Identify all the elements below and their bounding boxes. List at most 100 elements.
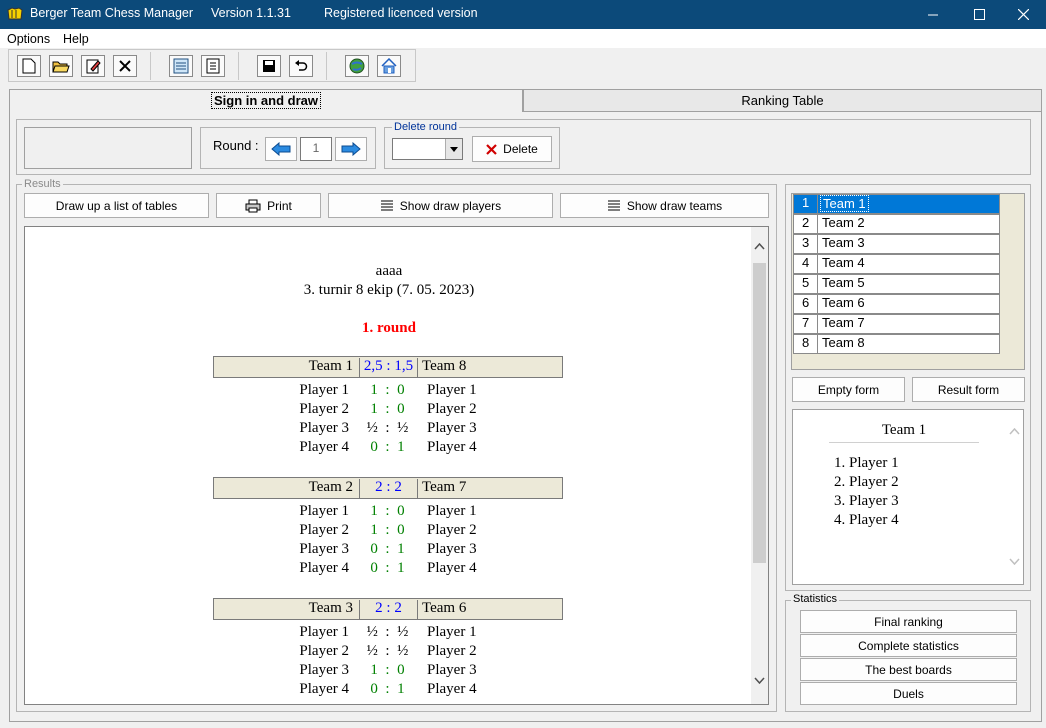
scroll-thumb[interactable] xyxy=(753,263,766,563)
menu-help[interactable]: Help xyxy=(63,32,89,46)
home-player: Player 3 xyxy=(299,420,349,436)
board-row: Player 3 1 : 0 Player 3 xyxy=(213,662,563,681)
print-button[interactable]: Print xyxy=(216,193,321,218)
board-row: Player 1 1 : 0 Player 1 xyxy=(213,382,563,401)
new-button[interactable] xyxy=(17,55,41,77)
away-player: Player 4 xyxy=(427,681,477,697)
away-player: Player 4 xyxy=(427,560,477,576)
draw-list-button[interactable]: Draw up a list of tables xyxy=(24,193,209,218)
team-number: 7 xyxy=(794,315,818,333)
team-detail: Team 1 1. Player 1 2. Player 2 3. Player 3… xyxy=(792,409,1024,585)
tournament-title: aaaa xyxy=(375,263,403,279)
home-player: Player 1 xyxy=(299,503,349,519)
next-round-button[interactable] xyxy=(335,137,367,161)
team-name: Team 1 xyxy=(820,195,869,212)
scroll-down-button[interactable] xyxy=(753,675,766,691)
match-header: Team 1 2,5 : 1,5 Team 8 xyxy=(213,356,563,378)
edit-button[interactable] xyxy=(81,55,105,77)
undo-button[interactable] xyxy=(289,55,313,77)
team-list-item[interactable]: 1 Team 1 xyxy=(793,194,1000,214)
tab-sign-in-label: Sign in and draw xyxy=(210,92,321,109)
board-row: Player 1 ½ : ½ Player 1 xyxy=(213,624,563,643)
home-button[interactable] xyxy=(377,55,401,77)
tab-sign-in-and-draw[interactable]: Sign in and draw xyxy=(9,89,523,112)
save-button[interactable] xyxy=(257,55,281,77)
menu-options[interactable]: Options xyxy=(7,32,50,46)
dropdown-button[interactable] xyxy=(445,139,462,159)
team-list-item[interactable]: 8 Team 8 xyxy=(793,334,1000,354)
list-button[interactable] xyxy=(169,55,193,77)
delete-round-select[interactable] xyxy=(392,138,463,160)
delete-button-label: Delete xyxy=(503,142,538,156)
chevron-down-icon[interactable] xyxy=(1009,558,1020,565)
web-button[interactable] xyxy=(345,55,369,77)
team-detail-scrollbar[interactable] xyxy=(1006,410,1023,584)
team-list-item[interactable]: 7 Team 7 xyxy=(793,314,1000,334)
toolbar-separator xyxy=(150,52,151,80)
team-number: 2 xyxy=(794,215,818,233)
home-player: Player 1 xyxy=(299,382,349,398)
minimize-button[interactable] xyxy=(910,0,956,29)
show-draw-teams-button[interactable]: Show draw teams xyxy=(560,193,769,218)
chevron-up-icon xyxy=(754,242,765,250)
toolbar xyxy=(8,49,416,82)
maximize-button[interactable] xyxy=(956,0,1002,29)
team-detail-players: 1. Player 1 2. Player 2 3. Player 3 4. Play… xyxy=(834,454,899,530)
away-player: Player 1 xyxy=(427,624,477,640)
close-button[interactable] xyxy=(1000,0,1046,29)
empty-form-button[interactable]: Empty form xyxy=(792,377,905,402)
home-player: Player 2 xyxy=(299,522,349,538)
best-boards-button[interactable]: The best boards xyxy=(800,658,1017,681)
open-button[interactable] xyxy=(49,55,73,77)
scroll-up-button[interactable] xyxy=(753,241,766,257)
board-row: Player 3 0 : 1 Player 3 xyxy=(213,541,563,560)
delete-tool-button[interactable] xyxy=(113,55,137,77)
previous-round-button[interactable] xyxy=(265,137,297,161)
globe-icon xyxy=(349,58,365,74)
board-result: 0 : 1 xyxy=(370,541,405,557)
final-ranking-button[interactable]: Final ranking xyxy=(800,610,1017,633)
result-form-button[interactable]: Result form xyxy=(912,377,1025,402)
round-heading: 1. round xyxy=(362,320,416,336)
x-icon xyxy=(119,60,131,72)
duels-button[interactable]: Duels xyxy=(800,682,1017,705)
board-result: 0 : 1 xyxy=(370,560,405,576)
complete-statistics-button[interactable]: Complete statistics xyxy=(800,634,1017,657)
results-legend: Results xyxy=(22,178,63,190)
final-ranking-label: Final ranking xyxy=(874,614,943,629)
empty-form-label: Empty form xyxy=(817,382,880,397)
away-player: Player 1 xyxy=(427,503,477,519)
team-list[interactable]: 1 Team 1 2 Team 2 3 Team 3 4 Team 4 5 Team 5 6 Team… xyxy=(791,193,1025,370)
team-list-item[interactable]: 2 Team 2 xyxy=(793,214,1000,234)
result-form-label: Result form xyxy=(937,382,1000,397)
tab-ranking-table[interactable]: Ranking Table xyxy=(523,89,1042,111)
close-icon xyxy=(1017,9,1029,20)
home-player: Player 4 xyxy=(299,681,349,697)
new-document-icon xyxy=(22,58,36,74)
team-list-item[interactable]: 4 Team 4 xyxy=(793,254,1000,274)
board-result: ½ : ½ xyxy=(366,420,409,436)
chess-hand-icon xyxy=(7,7,23,20)
team-list-item[interactable]: 5 Team 5 xyxy=(793,274,1000,294)
home-player: Player 4 xyxy=(299,560,349,576)
home-player: Player 2 xyxy=(299,401,349,417)
report-view[interactable]: aaaa 3. turnir 8 ekip (7. 05. 2023) 1. r… xyxy=(24,226,769,705)
toolbar-separator xyxy=(326,52,327,80)
match-away-team: Team 6 xyxy=(422,600,467,616)
chevron-up-icon[interactable] xyxy=(1009,428,1020,435)
round-number-field[interactable]: 1 xyxy=(300,137,332,161)
board-row: Player 4 0 : 1 Player 4 xyxy=(213,681,563,700)
match-score: 2,5 : 1,5 xyxy=(359,358,418,378)
board-result: 1 : 0 xyxy=(370,522,405,538)
team-name: Team 3 xyxy=(822,235,865,250)
home-player: Player 1 xyxy=(299,624,349,640)
show-draw-players-button[interactable]: Show draw players xyxy=(328,193,553,218)
report-scrollbar[interactable] xyxy=(751,227,768,704)
schedule-button[interactable] xyxy=(201,55,225,77)
delete-button[interactable]: Delete xyxy=(472,136,552,162)
show-draw-players-label: Show draw players xyxy=(399,198,502,213)
team-list-item[interactable]: 3 Team 3 xyxy=(793,234,1000,254)
team-number: 3 xyxy=(794,235,818,253)
team-list-item[interactable]: 6 Team 6 xyxy=(793,294,1000,314)
license-status: Registered licenced version xyxy=(324,6,478,20)
